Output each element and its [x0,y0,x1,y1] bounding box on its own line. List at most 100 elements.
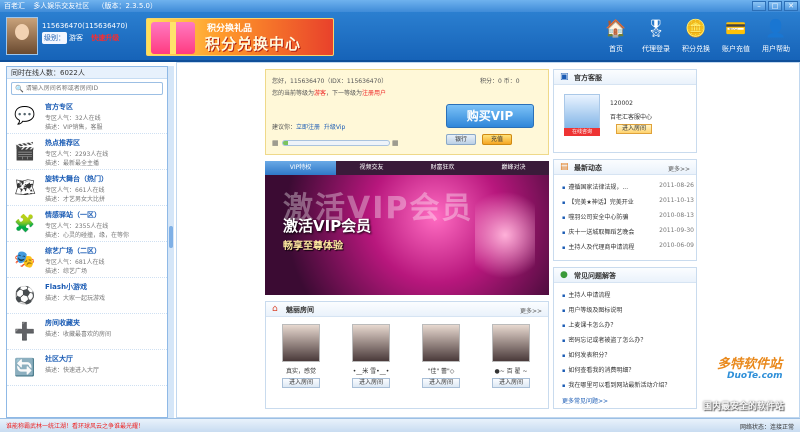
panel-splitter[interactable] [168,66,174,418]
room-category-line1: 专区人气：681人在线 [45,259,105,266]
level-value: 游客 [69,34,83,42]
news-item[interactable]: 遵循国家法律法规，... 2011-08-26 [562,182,694,191]
tab-battle[interactable]: 巅峰对决 [478,161,549,175]
room-category-item[interactable]: 🗺 旋转大舞台（热门） 专区人气：661人在线 描述：才艺男女大比拼 [7,170,167,206]
room-category-title: 社区大厅 [45,355,73,363]
suggestion-line: 建议你：立即注册 升级Vip [272,122,345,131]
service-enter-room-button[interactable]: 进入房间 [616,124,652,134]
room-category-item[interactable]: 🎭 综艺广场（二区） 专区人气：681人在线 描述：综艺广场 [7,242,167,278]
room-photo[interactable] [422,324,460,362]
buy-vip-button[interactable]: 购买VIP [446,104,534,128]
app-version: （版本：2.3.5.0） [97,2,157,10]
news-header: ▤ 最新动态 更多>> [554,160,696,175]
room-name: "佳" 蕾"◇ [427,368,455,375]
room-category-line2: 描述：综艺广场 [45,268,88,275]
stage-icon: 🗺 [14,178,36,198]
news-text: 【完美★神话】完美开业 [568,199,634,206]
room-category-title: 综艺广场（二区） [45,247,101,255]
gift-box-icon [151,22,195,54]
faq-more-link[interactable]: 更多常见问题>> [562,396,608,405]
nav-help[interactable]: 👤 用户帮助 [756,16,796,54]
close-button[interactable]: ✕ [784,1,798,11]
level-line: 您的当前等级为游客，下一等级为注册用户 [272,88,386,97]
faq-item[interactable]: 如何查看我的消费明细？ [562,365,634,374]
news-item[interactable]: 噬羽公司安全中心防骗 2010-08-13 [562,212,694,221]
nav-points-exchange[interactable]: 🪙 积分兑换 [676,16,716,54]
agent-icon: 🎖 [645,19,667,39]
faq-item[interactable]: 密码忘记或者被盗了怎么办？ [562,335,646,344]
room-category-line1: 专区人气：32人在线 [45,115,101,122]
room-photo[interactable] [282,324,320,362]
help-icon: 👤 [765,19,787,39]
tab-wealth[interactable]: 财富狂欢 [407,161,478,175]
enter-room-button[interactable]: 进入房间 [422,378,460,388]
coins-icon: 🪙 [685,19,707,39]
promo-tabs: VIP特权 视频交友 财富狂欢 巅峰对决 [265,161,549,175]
quick-upgrade-link[interactable]: 快速升级 [91,34,119,42]
room-card: •__米 雪•__• 进入房间 [342,324,400,404]
next-level[interactable]: 注册用户 [362,90,386,97]
room-category-title: 热点推荐区 [45,139,80,147]
site-watermark: 多特软件站 DuoTe.com 国内最安全的软件站 [703,353,800,417]
tab-vip[interactable]: VIP特权 [265,161,336,175]
maximize-button[interactable]: □ [768,1,782,11]
room-category-item[interactable]: 💬 官方专区 专区人气：32人在线 描述：VIP销售，客服 [7,98,167,134]
promo-banner[interactable]: 激活VIP会员 激活VIP会员 畅享至尊体验 [265,175,549,295]
news-more[interactable]: 更多>> [668,164,690,173]
header: 115636470(115636470) 级别： 游客 快速升级 积分换礼品 积分… [0,12,800,62]
news-text: 庆十一送城取舞蹈艺晚会 [568,229,635,236]
promo-subtitle: 畅享至尊体验 [283,241,343,252]
room-category-item[interactable]: ⚽ Flash小游戏 描述：大家一起玩游戏 [7,278,167,314]
room-search-input[interactable] [25,85,156,92]
latest-news: ▤ 最新动态 更多>> 遵循国家法律法规，... 2011-08-26 【完美★神… [553,159,697,261]
faq-item[interactable]: 用户等级及图标说明 [562,305,622,314]
room-card: "佳" 蕾"◇ 进入房间 [412,324,470,404]
user-info: 115636470(115636470) 级别： 游客 快速升级 [42,20,128,44]
room-category-item[interactable]: ➕ 房间收藏夹 描述：收藏最喜欢的房间 [7,314,167,350]
variety-icon: 🎭 [14,250,36,270]
nav-agent-login[interactable]: 🎖 代理登录 [636,16,676,54]
featured-rooms-more[interactable]: 更多>> [520,306,542,315]
service-agent-photo [564,94,600,130]
minimize-button[interactable]: – [752,1,766,11]
news-item[interactable]: 【完美★神话】完美开业 2011-10-13 [562,197,694,206]
tab-video[interactable]: 视频交友 [336,161,407,175]
room-category-line1: 专区人气：661人在线 [45,187,105,194]
recharge-button[interactable]: 充值 [482,134,512,145]
main-content: 您好，115636470（IDX：115636470） 积分：0 币：0 您的当… [176,62,800,418]
next-level-text: ，下一等级为 [326,90,363,97]
room-category-item[interactable]: 🔄 社区大厅 描述：快速进入大厅 [7,350,167,386]
faq-item[interactable]: 主持人申请流程 [562,290,610,299]
service-name: 百老汇客服中心 [610,114,653,121]
faq-item[interactable]: 如何发表积分？ [562,350,610,359]
faq-item[interactable]: 我在哪里可以看到网站最新活动介绍？ [562,380,670,389]
enter-room-button[interactable]: 进入房间 [492,378,530,388]
room-photo[interactable] [352,324,390,362]
news-item[interactable]: 庆十一送城取舞蹈艺晚会 2011-09-30 [562,227,694,236]
news-text: 主持人及代理商申请流程 [568,244,635,251]
news-date: 2010-08-13 [659,212,694,219]
news-item[interactable]: 主持人及代理商申请流程 2010-06-09 [562,242,694,251]
service-id: 120002 [610,100,633,107]
enter-room-button[interactable]: 进入房间 [352,378,390,388]
room-category-line1: 描述：快速进入大厅 [45,367,100,374]
nav-recharge[interactable]: 💳 账户充值 [716,16,756,54]
promo-title: 激活VIP会员 [283,217,372,235]
room-category-item[interactable]: 🧩 情感驿站（一区） 专区人气：2355人在线 描述：心灵的碰撞，缘，在等你 [7,206,167,242]
room-name: •__米 雪•__• [352,368,390,375]
bank-button[interactable]: 银行 [446,134,476,145]
room-photo[interactable] [492,324,530,362]
enter-room-button[interactable]: 进入房间 [282,378,320,388]
room-category-item[interactable]: 🎬 热点推荐区 专区人气：2293人在线 描述：最新最全主播 [7,134,167,170]
online-consult-badge[interactable]: 在线咨询 [564,128,600,136]
nav-home[interactable]: 🏠 首页 [596,16,636,54]
faq-item[interactable]: 上麦课卡怎么办？ [562,320,616,329]
user-avatar[interactable] [6,17,38,55]
level-text: 您的当前等级为 [272,90,315,97]
promo-glow [475,181,535,289]
news-date: 2011-08-26 [659,182,694,189]
greeting: 您好，115636470（IDX：115636470） [272,78,388,85]
points-exchange-banner[interactable]: 积分换礼品 积分兑换中心 [146,18,334,56]
register-link[interactable]: 立即注册 [296,124,320,131]
upgrade-vip-link[interactable]: 升级Vip [324,124,345,131]
